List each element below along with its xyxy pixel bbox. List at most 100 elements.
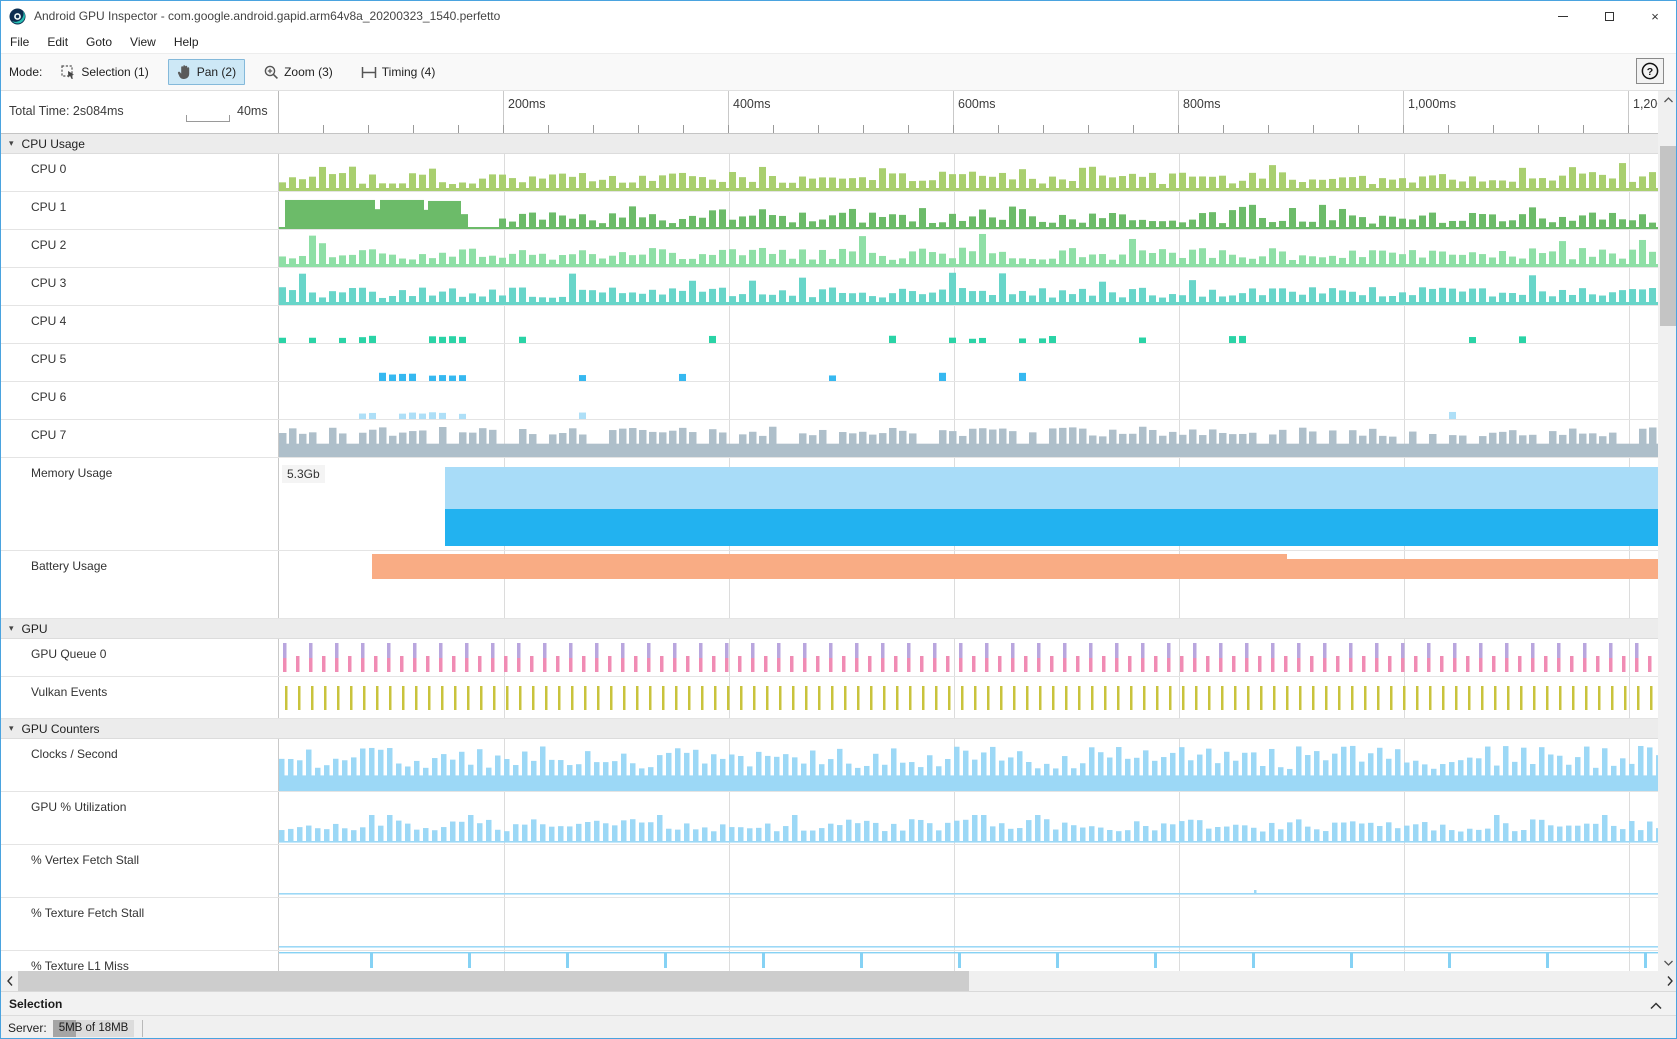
ruler-tick-label: 200ms [508,97,546,111]
scroll-left-icon[interactable] [1,971,18,991]
track-canvas[interactable] [279,230,1658,267]
track-canvas[interactable] [279,739,1658,791]
track-canvas[interactable] [279,420,1658,457]
collapse-triangle-icon: ▾ [9,723,14,734]
track-label-cell: CPU 4 [1,306,279,343]
help-icon: ? [1641,62,1659,80]
track-canvas[interactable] [279,306,1658,343]
scroll-down-icon[interactable] [1658,954,1677,971]
timing-icon [361,66,377,79]
section-label: GPU [22,622,48,636]
server-memory-gauge: 5MB of 18MB [53,1020,135,1037]
track-row-gpu-queue-0: GPU Queue 0 [1,639,1658,677]
track-label: % Texture Fetch Stall [31,906,144,920]
track-label: CPU 4 [31,314,66,328]
section-header-cpu-usage[interactable]: ▾ CPU Usage [1,134,1658,154]
track-canvas[interactable] [279,154,1658,191]
menu-item-help[interactable]: Help [165,31,208,53]
track-canvas[interactable] [279,845,1658,897]
menu-item-goto[interactable]: Goto [77,31,121,53]
track-label: % Vertex Fetch Stall [31,853,139,867]
collapse-panel-icon[interactable] [1650,997,1662,1015]
track-label: CPU 1 [31,200,66,214]
status-separator [142,1020,143,1037]
track-row-cpu-6: CPU 6 [1,382,1658,420]
track-canvas[interactable] [279,639,1658,676]
track-row-cpu-1: CPU 1 [1,192,1658,230]
track-area[interactable]: ▾ CPU Usage CPU 0 CPU 1 CPU 2 CPU 3 CPU 4 CPU 5… [1,134,1658,971]
section-label: CPU Usage [22,137,85,151]
collapse-triangle-icon: ▾ [9,138,14,149]
track-label: CPU 7 [31,428,66,442]
mode-button-pan[interactable]: Pan (2) [168,59,245,85]
track-label-cell: CPU 3 [1,268,279,305]
track-label-cell: CPU 2 [1,230,279,267]
minimize-button[interactable] [1540,1,1586,31]
ruler-minor-ticks [279,125,1658,134]
track-canvas[interactable] [279,551,1658,618]
track-label: CPU 2 [31,238,66,252]
vertical-scrollbar-thumb[interactable] [1660,146,1676,326]
track-canvas[interactable] [279,792,1658,844]
mode-button-zoom[interactable]: Zoom (3) [255,60,342,85]
track-label-cell: GPU % Utilization [1,792,279,844]
track-label-cell: Vulkan Events [1,677,279,718]
track-row-cpu-2: CPU 2 [1,230,1658,268]
menu-bar: FileEditGotoViewHelp [1,31,1677,54]
mode-button-timing[interactable]: Timing (4) [352,60,445,84]
mode-button-label: Timing (4) [382,65,436,79]
track-label-cell: % Vertex Fetch Stall [1,845,279,897]
track-label: CPU 0 [31,162,66,176]
track-label-cell: CPU 7 [1,420,279,457]
track-canvas[interactable] [279,192,1658,229]
section-header-gpu-counters[interactable]: ▾ GPU Counters [1,719,1658,739]
track-canvas[interactable] [279,344,1658,381]
menu-item-view[interactable]: View [121,31,165,53]
timeline-ruler[interactable]: 200ms400ms600ms800ms1,000ms1,200ms Total… [1,91,1677,134]
track-label-cell: Battery Usage [1,551,279,618]
scroll-up-icon[interactable] [1658,91,1677,108]
section-header-gpu[interactable]: ▾GPU [1,619,1658,639]
scale-label: 40ms [237,104,268,118]
scroll-right-icon[interactable] [1661,971,1677,991]
help-button[interactable]: ? [1636,58,1664,84]
horizontal-scrollbar[interactable] [1,971,1677,991]
track-row-cpu-5: CPU 5 [1,344,1658,382]
track-label: CPU 3 [31,276,66,290]
title-bar: Android GPU Inspector - com.google.andro… [1,1,1677,31]
menu-item-file[interactable]: File [1,31,38,53]
track-row-vulkan-events: Vulkan Events [1,677,1658,719]
track-row-cpu-0: CPU 0 [1,154,1658,192]
scale-bracket [186,115,230,122]
mode-button-selection[interactable]: Selection (1) [52,60,157,85]
close-button[interactable]: × [1632,1,1677,31]
track-row--vertex-fetch-stall: % Vertex Fetch Stall [1,845,1658,898]
horizontal-scrollbar-thumb[interactable] [18,971,969,991]
selection-icon [61,65,76,80]
vertical-scrollbar[interactable] [1658,91,1677,971]
track-row-cpu-4: CPU 4 [1,306,1658,344]
mode-button-label: Selection (1) [81,65,148,79]
app-logo-icon [9,8,26,25]
menu-item-edit[interactable]: Edit [38,31,77,53]
track-label: GPU Queue 0 [31,647,106,661]
track-canvas[interactable] [279,382,1658,419]
track-canvas[interactable] [279,898,1658,950]
selection-panel-header[interactable]: Selection [1,991,1677,1015]
window-title: Android GPU Inspector - com.google.andro… [34,9,500,23]
selection-panel-title: Selection [9,997,62,1011]
track-label-cell: % Texture L1 Miss [1,951,279,971]
track-canvas[interactable] [279,677,1658,718]
mode-label: Mode: [9,65,42,79]
track-canvas[interactable] [279,951,1658,971]
track-canvas[interactable]: 5.3Gb [279,458,1658,550]
mode-button-label: Pan (2) [197,65,236,79]
track-row-clocks-second: Clocks / Second [1,739,1658,792]
maximize-button[interactable] [1586,1,1632,31]
track-canvas[interactable] [279,268,1658,305]
ruler-tick-label: 600ms [958,97,996,111]
section-label: GPU Counters [22,722,100,736]
track-row-memory-usage: Memory Usage5.3Gb [1,458,1658,551]
server-memory-text: 5MB of 18MB [53,1022,135,1034]
track-label: % Texture L1 Miss [31,959,129,971]
